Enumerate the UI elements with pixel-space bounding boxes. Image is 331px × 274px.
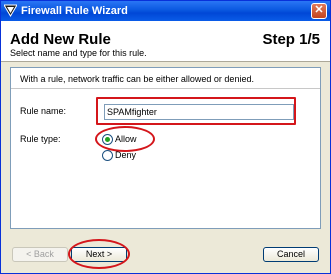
rule-name-label: Rule name: bbox=[20, 106, 67, 116]
page-subtitle: Select name and type for this rule. bbox=[10, 48, 147, 58]
panel-divider bbox=[11, 88, 320, 89]
window-title: Firewall Rule Wizard bbox=[21, 5, 128, 17]
rule-name-input[interactable] bbox=[104, 104, 294, 120]
firewall-rule-wizard-window: Firewall Rule Wizard ✕ Add New Rule Sele… bbox=[0, 0, 331, 274]
firewall-wizard-icon bbox=[4, 4, 17, 17]
page-title: Add New Rule bbox=[10, 31, 111, 48]
deny-radio-label: Deny bbox=[115, 150, 137, 160]
close-button[interactable]: ✕ bbox=[311, 3, 327, 19]
back-button[interactable]: < Back bbox=[12, 247, 68, 262]
next-button[interactable]: Next > bbox=[71, 247, 127, 262]
wizard-header: Add New Rule Select name and type for th… bbox=[1, 21, 330, 62]
allow-radio-label: Allow bbox=[115, 134, 137, 144]
deny-radio[interactable] bbox=[102, 150, 113, 161]
step-indicator: Step 1/5 bbox=[262, 31, 320, 48]
intro-text: With a rule, network traffic can be eith… bbox=[20, 74, 254, 84]
close-icon: ✕ bbox=[314, 4, 324, 16]
rule-settings-panel: With a rule, network traffic can be eith… bbox=[10, 67, 321, 229]
rule-type-label: Rule type: bbox=[20, 134, 61, 144]
allow-radio[interactable] bbox=[102, 134, 113, 145]
title-bar[interactable]: Firewall Rule Wizard ✕ bbox=[1, 1, 330, 21]
radio-selected-dot bbox=[105, 137, 110, 142]
cancel-button[interactable]: Cancel bbox=[263, 247, 319, 262]
